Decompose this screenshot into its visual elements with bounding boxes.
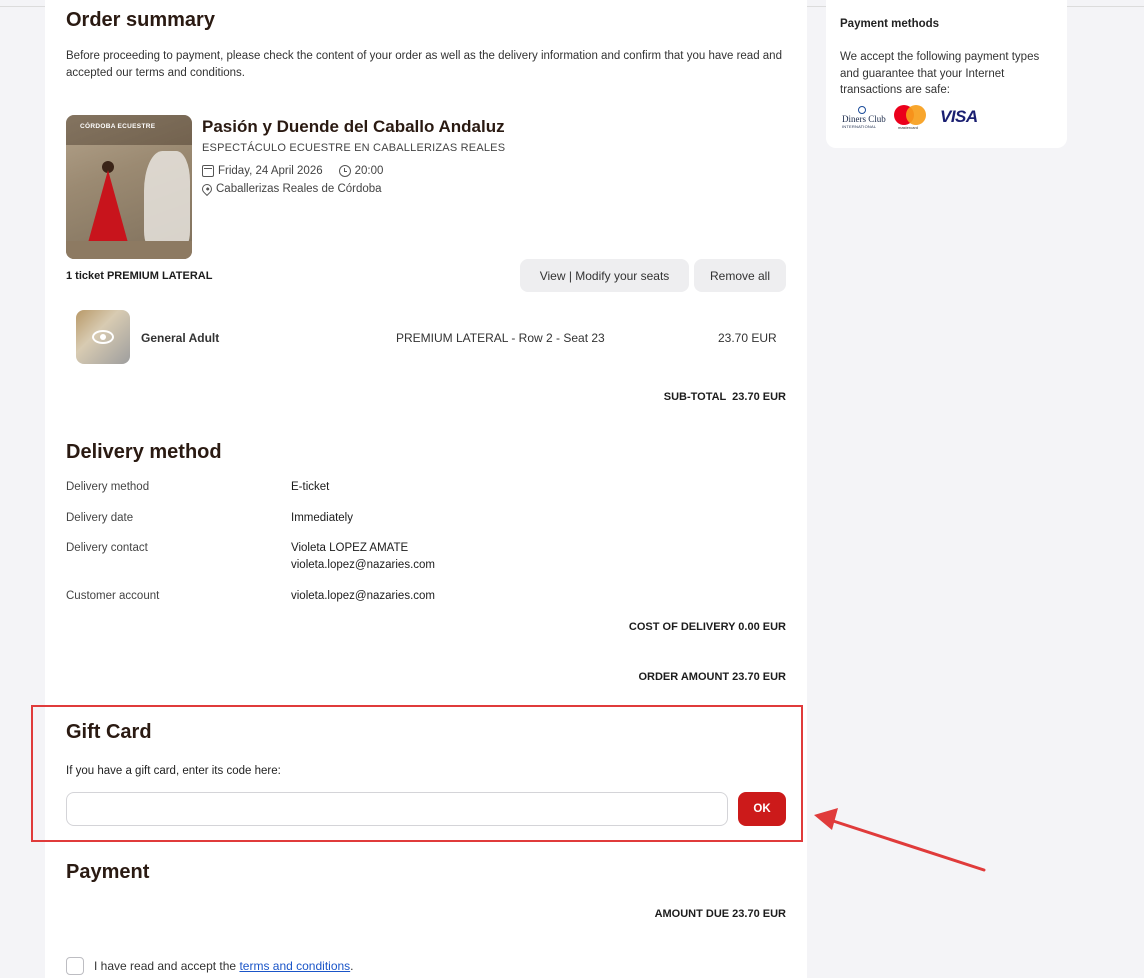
delivery-contact-label: Delivery contact <box>66 542 148 554</box>
payment-methods-title: Payment methods <box>840 18 940 30</box>
event-image-ground <box>66 241 192 259</box>
event-image: CÓRDOBA ECUESTRE <box>66 115 192 259</box>
delivery-date-label: Delivery date <box>66 512 134 524</box>
annotation-arrow-icon <box>814 808 986 872</box>
terms-prefix: I have read and accept the <box>94 959 240 973</box>
subtotal: SUB-TOTAL 23.70 EUR <box>663 391 786 403</box>
gift-card-code-input[interactable] <box>66 792 728 826</box>
event-image-logo-band <box>66 115 192 145</box>
delivery-contact-email: violeta.lopez@nazaries.com <box>291 559 435 571</box>
diners-club-icon: Diners Club INTERNATIONAL <box>842 106 886 130</box>
delivery-contact-name: Violeta LOPEZ AMATE <box>291 542 409 554</box>
payment-methods-card: Payment methods We accept the following … <box>826 0 1067 148</box>
terms-row: I have read and accept the terms and con… <box>66 957 354 975</box>
ticket-seat: PREMIUM LATERAL - Row 2 - Seat 23 <box>396 331 605 345</box>
view-modify-seats-button[interactable]: View | Modify your seats <box>520 259 689 292</box>
delivery-method-title: Delivery method <box>66 441 222 463</box>
order-amount: ORDER AMOUNT 23.70 EUR <box>638 671 786 683</box>
gift-card-ok-button[interactable]: OK <box>738 792 786 826</box>
delivery-method-label: Delivery method <box>66 481 150 493</box>
ticket-type: General Adult <box>141 331 220 345</box>
delivery-date-value: Immediately <box>291 512 353 524</box>
event-datetime: Friday, 24 April 2026 20:00 <box>202 165 383 177</box>
event-location: Caballerizas Reales de Córdoba <box>199 181 382 197</box>
eye-icon <box>92 330 114 344</box>
payment-title: Payment <box>66 861 150 883</box>
calendar-icon <box>202 165 214 177</box>
annotation-arrow-shaft <box>822 816 986 872</box>
terms-suffix: . <box>350 959 354 973</box>
checkout-main-panel: Order summary Before proceeding to payme… <box>31 0 807 978</box>
event-time: 20:00 <box>354 165 384 177</box>
event-image-logo: CÓRDOBA ECUESTRE <box>80 123 156 130</box>
ticket-count-label: 1 ticket PREMIUM LATERAL <box>66 270 213 282</box>
annotation-arrow-head <box>814 808 838 830</box>
mastercard-orange-circle <box>906 105 926 125</box>
event-venue: Caballerizas Reales de Córdoba <box>216 183 382 195</box>
remove-all-button[interactable]: Remove all <box>694 259 786 292</box>
order-summary-title: Order summary <box>66 9 215 31</box>
visa-icon: VISA <box>940 107 978 126</box>
mastercard-icon: mastercard <box>894 104 928 130</box>
customer-account-value: violeta.lopez@nazaries.com <box>291 590 435 602</box>
delivery-method-value: E-ticket <box>291 481 330 493</box>
event-date: Friday, 24 April 2026 <box>218 165 323 177</box>
customer-account-label: Customer account <box>66 590 160 602</box>
terms-checkbox[interactable] <box>66 957 84 975</box>
gift-card-description: If you have a gift card, enter its code … <box>66 765 281 777</box>
gift-card-title: Gift Card <box>66 721 152 743</box>
terms-text: I have read and accept the terms and con… <box>94 959 354 973</box>
location-pin-icon <box>199 181 215 197</box>
diners-club-text: Diners Club <box>842 114 886 124</box>
mastercard-text: mastercard <box>898 125 919 130</box>
amount-due: AMOUNT DUE 23.70 EUR <box>654 908 786 920</box>
clock-icon <box>338 165 351 177</box>
terms-and-conditions-link[interactable]: terms and conditions <box>239 959 350 973</box>
cost-of-delivery: COST OF DELIVERY 0.00 EUR <box>628 621 786 633</box>
order-summary-intro: Before proceeding to payment, please che… <box>66 50 782 79</box>
diners-club-mark <box>858 106 866 114</box>
seat-view-thumbnail[interactable] <box>76 310 130 364</box>
diners-club-subtext: INTERNATIONAL <box>842 124 877 129</box>
event-title: Pasión y Duende del Caballo Andaluz <box>202 117 505 136</box>
event-image-dancer-dress <box>86 170 130 250</box>
event-subtitle: ESPECTÁCULO ECUESTRE EN CABALLERIZAS REA… <box>202 142 506 154</box>
ticket-price: 23.70 EUR <box>718 331 777 345</box>
event-image-horse <box>144 151 190 251</box>
payment-methods-text: We accept the following payment types an… <box>840 51 1040 96</box>
